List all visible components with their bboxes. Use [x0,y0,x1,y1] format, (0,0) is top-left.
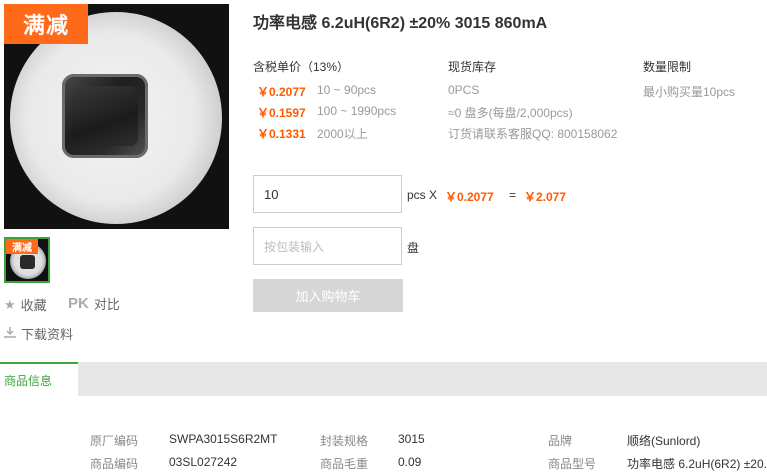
add-to-cart-button[interactable]: 加入购物车 [253,279,403,312]
limit-header: 数量限制 [643,60,692,74]
spec-label: 原厂编码 [90,434,139,448]
tab-bar [0,362,767,396]
stock-contact: 订货请联系客服QQ: 800158062 [448,127,618,141]
quantity-input[interactable]: 10 [253,175,402,213]
thumbnail-promo-badge: 满减 [6,239,38,254]
spec-value: 功率电感 6.2uH(6R2) ±20. [627,457,767,471]
compare-label: 对比 [93,297,120,312]
favorite-label: 收藏 [20,298,47,313]
spec-value: SWPA3015S6R2MT [169,432,278,446]
package-input[interactable]: 按包装输入 [253,227,402,265]
spec-label: 品牌 [548,434,573,448]
product-thumbnail[interactable]: 满减 [4,237,50,283]
download-label: 下载资料 [21,327,74,342]
spec-value: 03SL027242 [169,455,238,469]
product-title: 功率电感 6.2uH(6R2) ±20% 3015 860mA [253,15,548,32]
quantity-unit: pcs X [407,188,438,202]
download-datasheet-button[interactable]: 下载资料 [4,324,73,343]
stock-header: 现货库存 [448,60,497,74]
minimum-order: 最小购买量10pcs [643,85,736,99]
tier-range: 100 ~ 1990pcs [317,104,397,118]
download-icon [4,326,16,341]
promo-badge: 满减 [4,4,88,44]
compare-button[interactable]: PK 对比 [68,294,120,313]
stock-quantity: 0PCS [448,83,480,97]
unit-price: ￥0.2077 [445,190,494,204]
spec-label: 封装规格 [320,434,369,448]
spec-label: 商品毛重 [320,457,369,471]
tier-price: ￥0.2077 [257,85,306,99]
tier-price: ￥0.1331 [257,127,306,141]
star-icon: ★ [4,296,16,312]
spec-label: 商品型号 [548,457,597,471]
total-price: ￥2.077 [524,190,567,204]
pk-icon: PK [68,295,89,312]
spec-value: 0.09 [398,455,422,469]
tab-product-info[interactable]: 商品信息 [0,362,78,396]
inductor-photo [62,74,148,158]
spec-value: 顺络(Sunlord) [627,434,701,448]
thumbnail-inductor [20,255,35,269]
spec-value: 3015 [398,432,425,446]
tier-range: 2000以上 [317,127,368,141]
price-header: 含税单价（13%） [253,60,350,74]
equals-sign: = [509,188,517,202]
package-unit: 盘 [407,241,420,255]
tier-range: 10 ~ 90pcs [317,83,377,97]
favorite-button[interactable]: ★ 收藏 [4,295,47,314]
tier-price: ￥0.1597 [257,106,306,120]
stock-reels: ≈0 盘多(每盘/2,000pcs) [448,106,573,120]
spec-label: 商品编码 [90,457,139,471]
